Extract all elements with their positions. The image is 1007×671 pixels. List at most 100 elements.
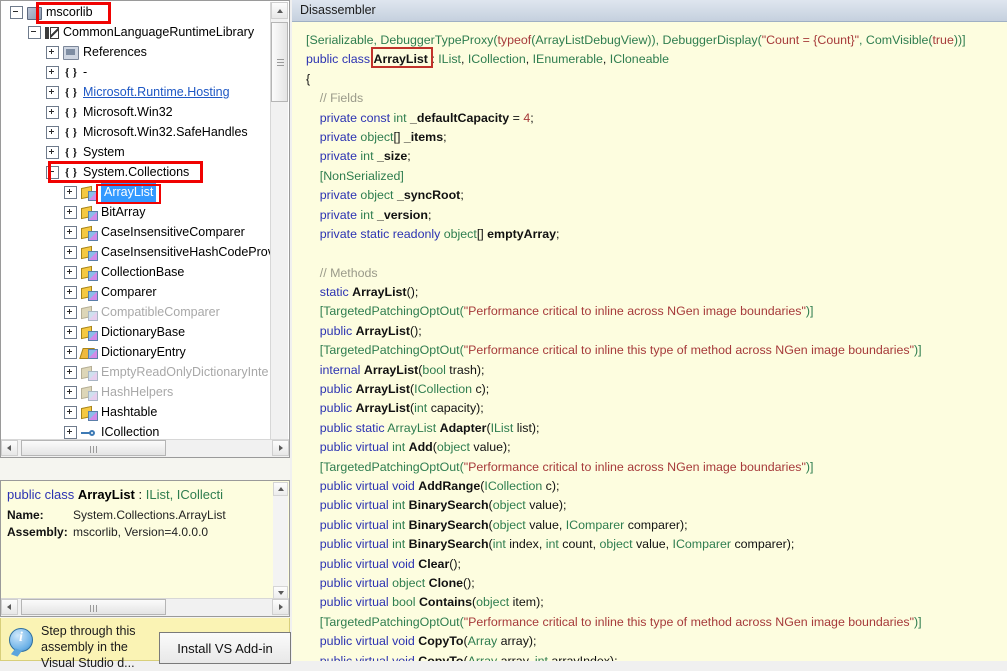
code-token-id: _defaultCapacity xyxy=(410,110,510,125)
collapse-icon[interactable] xyxy=(28,25,41,39)
details-hscrollbar-thumb[interactable] xyxy=(21,599,166,615)
tree-item-mscorlib[interactable]: mscorlib xyxy=(2,2,272,22)
code-token-plain: value); xyxy=(525,498,567,513)
details-name-label: Name: xyxy=(7,508,44,522)
tree-item-compatiblecomparer[interactable]: CompatibleComparer xyxy=(2,302,272,322)
code-token-plain: array, xyxy=(497,653,535,662)
tree-item-comparer[interactable]: Comparer xyxy=(2,282,272,302)
code-token-type: object xyxy=(436,440,470,455)
expand-icon[interactable] xyxy=(64,305,77,319)
expand-icon[interactable] xyxy=(64,405,77,419)
expand-icon[interactable] xyxy=(64,245,77,259)
code-token-type: object xyxy=(360,129,394,144)
details-assembly-label: Assembly: xyxy=(7,525,68,539)
tree-item-caseinsensitivecomparer[interactable]: CaseInsensitiveComparer xyxy=(2,222,272,242)
tree-item-dictionaryentry[interactable]: DictionaryEntry xyxy=(2,342,272,362)
code-line: private const int _defaultCapacity = 4; xyxy=(306,109,1007,128)
namespace-icon: { } xyxy=(64,125,78,139)
collapse-icon[interactable] xyxy=(46,165,59,179)
details-horizontal-scrollbar[interactable] xyxy=(1,598,289,616)
class-icon xyxy=(81,326,98,341)
code-line: [TargetedPatchingOptOut("Performance cri… xyxy=(306,341,1007,360)
code-line: public virtual void Clear(); xyxy=(306,555,1007,574)
code-token-kw: public xyxy=(319,401,356,416)
assembly-tree[interactable]: mscorlib CommonLanguageRuntimeLibrary Refe… xyxy=(2,2,272,457)
code-token-id: _syncRoot xyxy=(396,188,461,203)
details-scroll-up-button[interactable] xyxy=(273,482,288,496)
code-token-plain: count, xyxy=(558,537,600,552)
collapse-icon[interactable] xyxy=(10,5,23,19)
details-scroll-right-button[interactable] xyxy=(272,599,289,615)
tree-item-commonlanguageruntimelibrary[interactable]: CommonLanguageRuntimeLibrary xyxy=(2,22,272,42)
tree-item-arraylist[interactable]: ArrayList xyxy=(2,182,272,202)
references-folder-icon xyxy=(63,46,79,60)
tree-vertical-scrollbar[interactable] xyxy=(270,2,288,457)
expand-icon[interactable] xyxy=(64,265,77,279)
expand-icon[interactable] xyxy=(46,105,59,119)
tree-item-collectionbase[interactable]: CollectionBase xyxy=(2,262,272,282)
install-vs-addin-button[interactable]: Install VS Add-in xyxy=(159,632,291,664)
tree-item-emptyreadonlydictionaryinte[interactable]: EmptyReadOnlyDictionaryInte xyxy=(2,362,272,382)
disassembler-code[interactable]: [Serializable, DebuggerTypeProxy(typeof(… xyxy=(292,23,1007,661)
code-token-kw: private xyxy=(319,129,361,144)
assembly-tree-pane[interactable]: mscorlib CommonLanguageRuntimeLibrary Refe… xyxy=(0,0,290,458)
code-line: [Serializable, DebuggerTypeProxy(typeof(… xyxy=(306,31,1007,50)
tree-item-label: System.Collections xyxy=(83,165,190,179)
details-name-value: System.Collections.ArrayList xyxy=(73,508,226,522)
expand-icon[interactable] xyxy=(46,85,59,99)
tree-item-[interactable]: { } - xyxy=(2,62,272,82)
tree-item-caseinsensitivehashcodeprov[interactable]: CaseInsensitiveHashCodeProv xyxy=(2,242,272,262)
tree-item-hashhelpers[interactable]: HashHelpers xyxy=(2,382,272,402)
code-token-cmt: // Methods xyxy=(306,265,378,280)
code-token-plain: c); xyxy=(542,478,560,493)
expand-icon[interactable] xyxy=(64,365,77,379)
tree-item-microsoft-win32-safehandles[interactable]: { } Microsoft.Win32.SafeHandles xyxy=(2,122,272,142)
hscrollbar-thumb[interactable] xyxy=(21,440,166,456)
expand-icon[interactable] xyxy=(64,345,77,359)
expand-icon[interactable] xyxy=(64,425,77,439)
tree-item-dictionarybase[interactable]: DictionaryBase xyxy=(2,322,272,342)
tree-item-microsoft-win32[interactable]: { } Microsoft.Win32 xyxy=(2,102,272,122)
tree-item-system-collections[interactable]: { } System.Collections xyxy=(2,162,272,182)
code-token-kw: public virtual void xyxy=(319,556,419,571)
details-scroll-left-button[interactable] xyxy=(1,599,18,615)
code-token-str: "Performance critical to inline across N… xyxy=(463,304,806,319)
tree-item-label: CaseInsensitiveComparer xyxy=(101,225,245,239)
code-line: public virtual int Add(object value); xyxy=(306,438,1007,457)
scrollbar-thumb[interactable] xyxy=(271,22,288,102)
expand-icon[interactable] xyxy=(64,225,77,239)
code-token-id: ArrayList xyxy=(355,323,411,338)
library-icon xyxy=(45,27,59,39)
scroll-left-button[interactable] xyxy=(1,440,18,456)
tree-item-bitarray[interactable]: BitArray xyxy=(2,202,272,222)
tree-horizontal-scrollbar[interactable] xyxy=(1,439,289,457)
tree-item-label: Microsoft.Win32 xyxy=(83,105,173,119)
tree-item-references[interactable]: References xyxy=(2,42,272,62)
tree-item-label: mscorlib xyxy=(46,5,93,19)
expand-icon[interactable] xyxy=(46,125,59,139)
expand-icon[interactable] xyxy=(46,65,59,79)
tree-item-microsoft-runtime-hosting[interactable]: { } Microsoft.Runtime.Hosting xyxy=(2,82,272,102)
expand-icon[interactable] xyxy=(64,185,77,199)
expand-icon[interactable] xyxy=(64,325,77,339)
tree-item-hashtable[interactable]: Hashtable xyxy=(2,402,272,422)
code-token-plain: ; xyxy=(427,207,432,222)
expand-icon[interactable] xyxy=(64,205,77,219)
disassembler-panel: Disassembler [Serializable, DebuggerType… xyxy=(292,0,1007,661)
expand-icon[interactable] xyxy=(46,45,59,59)
scroll-up-button[interactable] xyxy=(271,2,288,19)
code-token-str: typeof xyxy=(497,33,532,47)
scroll-right-button[interactable] xyxy=(272,440,289,456)
code-token-id: Contains xyxy=(418,595,472,610)
namespace-icon: { } xyxy=(64,145,78,159)
expand-icon[interactable] xyxy=(64,285,77,299)
details-vertical-scrollbar[interactable] xyxy=(273,482,288,600)
expand-icon[interactable] xyxy=(64,385,77,399)
expand-icon[interactable] xyxy=(46,145,59,159)
tree-item-system[interactable]: { } System xyxy=(2,142,272,162)
